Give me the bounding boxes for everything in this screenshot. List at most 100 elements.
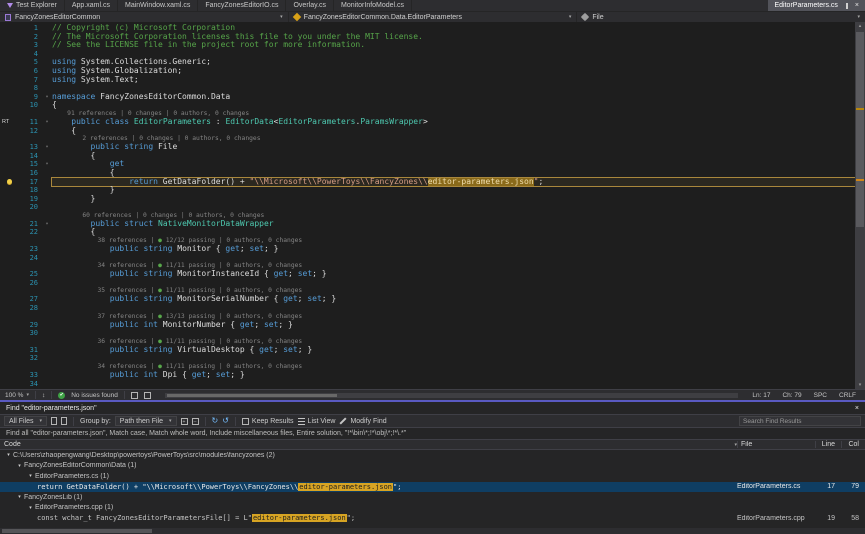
tab-test-explorer[interactable]: Test Explorer	[0, 0, 65, 11]
code-line: 29 public int MonitorNumber { get; set; …	[0, 321, 855, 330]
chevron-expanded-icon[interactable]: ▾	[15, 494, 24, 500]
codelens-line[interactable]: 2 references | 0 changes | 0 authors, 0 …	[0, 135, 855, 143]
code-text: public struct NativeMonitorDataWrapper	[52, 220, 855, 229]
codelens-line[interactable]: 60 references | 0 changes | 0 authors, 0…	[0, 212, 855, 220]
scroll-up-icon[interactable]: ▴	[855, 22, 865, 30]
code-line: 20	[0, 203, 855, 212]
scrollbar-thumb[interactable]	[2, 529, 152, 533]
zoom-dropdown[interactable]: 100 % ▾	[5, 392, 29, 399]
codelens-line[interactable]: 35 references | ● 11/11 passing | 0 auth…	[0, 287, 855, 295]
find-group-row[interactable]: ▾FancyZonesLib (1)	[0, 492, 865, 503]
scroll-down-icon[interactable]: ▾	[855, 381, 865, 389]
code-segment: int	[144, 321, 158, 329]
editor-mode-icon[interactable]	[131, 392, 138, 399]
tab-editorparameters-cs[interactable]: EditorParameters.cs ×	[768, 0, 865, 11]
code-segment: get	[259, 346, 273, 354]
navigation-bar: FancyZonesEditorCommon ▾ FancyZonesEdito…	[0, 11, 865, 22]
code-segment: set	[307, 295, 321, 303]
editor-horizontal-scrollbar[interactable]	[165, 393, 739, 398]
gutter-cell[interactable]	[0, 179, 24, 184]
codelens-text: 60 references | 0 changes | 0 authors, 0…	[52, 212, 264, 219]
project-dropdown[interactable]: FancyZonesEditorCommon ▾	[0, 12, 289, 22]
find-group-row[interactable]: ▾C:\Users\zhaopengwang\Desktop\powertoys…	[0, 450, 865, 461]
spaces-indicator[interactable]: SPC	[814, 392, 827, 399]
scrollbar-thumb[interactable]	[167, 394, 337, 397]
codelens-line[interactable]: 34 references | ● 11/11 passing | 0 auth…	[0, 363, 855, 371]
lightbulb-icon[interactable]	[7, 179, 12, 184]
gutter-cell[interactable]: RT	[0, 118, 24, 127]
code-segment: NativeMonitorDataWrapper	[158, 220, 274, 228]
repeat-find-icon[interactable]: ↺	[222, 417, 229, 425]
code-line: 30	[0, 329, 855, 338]
codelens-text: 13/13 passing | 0 authors, 0 changes	[162, 313, 302, 320]
line-number: 25	[24, 270, 42, 279]
code-segment: ;	[539, 178, 544, 186]
code-segment: int	[144, 371, 158, 379]
code-text: namespace FancyZonesEditorCommon.Data	[52, 93, 855, 102]
member-dropdown[interactable]: File ▾	[577, 12, 865, 22]
find-group-row[interactable]: ▾FancyZonesEditorCommon\Data (1)	[0, 461, 865, 472]
code-segment: {	[52, 101, 57, 109]
scrollbar-thumb[interactable]	[856, 32, 864, 227]
find-group-row[interactable]: ▾EditorParameters.cs (1)	[0, 471, 865, 482]
code-editor[interactable]: 1// Copyright (c) Microsoft Corporation2…	[0, 22, 865, 389]
scope-dropdown[interactable]: All Files ▾	[4, 416, 47, 426]
open-files-icon[interactable]	[61, 417, 67, 425]
editor-vertical-scrollbar[interactable]: ▴ ▾	[855, 22, 865, 389]
tab-mainwindow-xaml-cs[interactable]: MainWindow.xaml.cs	[118, 0, 198, 11]
type-dropdown[interactable]: FancyZonesEditorCommon.Data.EditorParame…	[289, 12, 578, 22]
column-header-line[interactable]: Line	[815, 441, 841, 448]
refresh-icon[interactable]: ↻	[212, 417, 219, 425]
codelens-text: 91 references | 0 changes | 0 authors, 0…	[52, 110, 249, 117]
pin-icon[interactable]	[846, 3, 848, 9]
modify-find-button[interactable]: Modify Find	[339, 418, 386, 425]
codelens-line[interactable]: 34 references | ● 11/11 passing | 0 auth…	[0, 262, 855, 270]
code-segment: return	[129, 178, 158, 186]
document-health-indicator[interactable]: ✔ No issues found	[58, 392, 118, 399]
search-find-results-input[interactable]	[739, 416, 861, 426]
chevron-expanded-icon[interactable]: ▾	[26, 505, 35, 511]
code-text: {	[52, 101, 855, 110]
chevron-expanded-icon[interactable]: ▾	[26, 473, 35, 479]
find-horizontal-scrollbar[interactable]	[0, 528, 865, 534]
collapse-all-icon[interactable]: –	[192, 418, 199, 425]
group-by-dropdown[interactable]: Path then File ▾	[115, 416, 177, 426]
code-segment: ; }	[278, 321, 292, 329]
code-text: get	[52, 160, 855, 169]
tab-monitorinfomodel-cs[interactable]: MonitorInfoModel.cs	[334, 0, 412, 11]
column-header-file[interactable]: File	[737, 441, 815, 448]
line-number: 7	[24, 76, 42, 85]
codelens-line[interactable]: 91 references | 0 changes | 0 authors, 0…	[0, 110, 855, 118]
scroll-mark	[856, 179, 864, 181]
whitespace-icon[interactable]	[144, 392, 151, 399]
find-result-row[interactable]: const wchar_t FancyZonesEditorParameters…	[0, 513, 865, 524]
results-kind-dropdown[interactable]: Code	[4, 441, 21, 448]
tab-group-left: Test ExplorerApp.xaml.csMainWindow.xaml.…	[0, 0, 412, 11]
find-result-row[interactable]: return GetDataFolder() + "\\Microsoft\\P…	[0, 482, 865, 493]
line-number: 12	[24, 127, 42, 136]
split-view-icon[interactable]: ↕	[42, 392, 45, 399]
column-header-col[interactable]: Col	[841, 441, 865, 448]
codelens-line[interactable]: 36 references | ● 11/11 passing | 0 auth…	[0, 338, 855, 346]
code-segment: VirtualDesktop {	[172, 346, 259, 354]
code-segment	[52, 346, 110, 354]
code-segment: ;	[274, 346, 284, 354]
keep-results-button[interactable]: Keep Results	[242, 418, 294, 425]
line-ending-indicator[interactable]: CRLF	[839, 392, 856, 399]
close-icon[interactable]: ×	[855, 2, 859, 9]
open-file-icon[interactable]	[51, 417, 57, 425]
codelens-line[interactable]: 38 references | ● 12/12 passing | 0 auth…	[0, 237, 855, 245]
find-group-row[interactable]: ▾EditorParameters.cpp (1)	[0, 503, 865, 514]
chevron-expanded-icon[interactable]: ▾	[4, 452, 13, 458]
tab-overlay-cs[interactable]: Overlay.cs	[286, 0, 334, 11]
list-view-button[interactable]: List View	[298, 417, 336, 425]
close-icon[interactable]: ×	[855, 405, 859, 412]
tab-fancyzoneseditorio-cs[interactable]: FancyZonesEditorIO.cs	[198, 0, 286, 11]
expand-all-icon[interactable]: +	[181, 418, 188, 425]
codelens-line[interactable]: 37 references | ● 13/13 passing | 0 auth…	[0, 313, 855, 321]
tab-app-xaml-cs[interactable]: App.xaml.cs	[65, 0, 118, 11]
codelens-text: 2 references | 0 changes | 0 authors, 0 …	[52, 135, 261, 142]
chevron-expanded-icon[interactable]: ▾	[15, 463, 24, 469]
code-segment: MonitorNumber {	[158, 321, 240, 329]
chevron-down-icon: ▾	[280, 14, 283, 20]
